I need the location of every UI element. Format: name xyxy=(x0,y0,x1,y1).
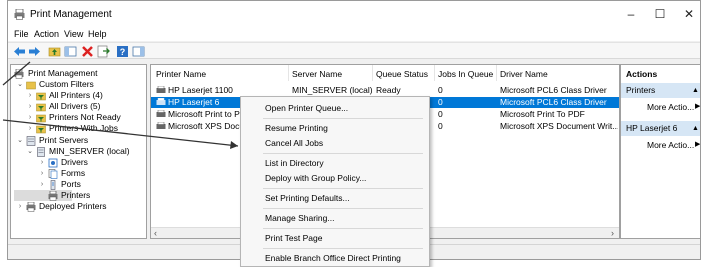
column-header-jobs-in-queue[interactable]: Jobs In Queue xyxy=(438,69,493,79)
menu-print-test-page[interactable]: Print Test Page xyxy=(241,231,429,245)
properties-icon[interactable] xyxy=(132,45,145,58)
callout-line xyxy=(2,61,31,86)
menu-manage-sharing[interactable]: Manage Sharing... xyxy=(241,211,429,225)
maximize-button[interactable]: ☐ xyxy=(650,6,670,22)
driver-name: Microsoft PCL6 Class Driver xyxy=(500,85,607,95)
submenu-arrow-icon: ▶ xyxy=(695,103,701,110)
scroll-right-arrow-icon[interactable]: › xyxy=(611,228,614,238)
jobs-in-queue: 0 xyxy=(438,97,443,107)
column-divider[interactable] xyxy=(372,65,373,81)
back-arrow-icon[interactable] xyxy=(13,45,26,58)
actions-pane: Actions Printers ▲ More Actio... ▶ HP La… xyxy=(620,64,701,239)
menu-separator xyxy=(263,248,423,249)
menu-deploy-group-policy[interactable]: Deploy with Group Policy... xyxy=(241,171,429,185)
menu-separator xyxy=(263,228,423,229)
menu-file[interactable]: File xyxy=(14,29,29,39)
menu-help[interactable]: Help xyxy=(88,29,107,39)
jobs-in-queue: 0 xyxy=(438,109,443,119)
context-menu: Open Printer Queue... Resume Printing Ca… xyxy=(240,96,430,267)
svg-text:?: ? xyxy=(120,47,126,57)
toolbar: ? xyxy=(8,42,700,59)
forms-icon xyxy=(48,169,58,179)
callout-arrowhead xyxy=(230,141,238,149)
menu-separator xyxy=(263,153,423,154)
delete-icon[interactable] xyxy=(81,45,94,58)
column-divider[interactable] xyxy=(288,65,289,81)
column-divider[interactable] xyxy=(434,65,435,81)
ports-icon xyxy=(50,180,56,190)
driver-name: Microsoft PCL6 Class Driver xyxy=(500,97,607,107)
show-hide-tree-icon[interactable] xyxy=(64,45,77,58)
help-icon[interactable]: ? xyxy=(116,45,129,58)
annotation-arrows xyxy=(2,61,239,149)
minimize-button[interactable]: – xyxy=(621,6,641,22)
menu-separator xyxy=(263,188,423,189)
menu-view[interactable]: View xyxy=(64,29,83,39)
actions-title: Actions xyxy=(626,69,658,79)
queue-status: Ready xyxy=(376,85,401,95)
close-button[interactable]: ✕ xyxy=(679,6,699,22)
menu-open-printer-queue[interactable]: Open Printer Queue... xyxy=(241,101,429,115)
window-title: Print Management xyxy=(30,9,112,20)
driver-name: Microsoft XPS Document Writ... xyxy=(500,121,618,131)
more-actions-hp-laserjet-6[interactable]: More Actio... ▶ xyxy=(621,138,701,152)
column-header-driver-name[interactable]: Driver Name xyxy=(500,69,548,79)
callout-line xyxy=(2,119,239,147)
up-folder-icon[interactable] xyxy=(48,45,61,58)
driver-name: Microsoft Print To PDF xyxy=(500,109,585,119)
menu-action[interactable]: Action xyxy=(34,29,59,39)
jobs-in-queue: 0 xyxy=(438,85,443,95)
actions-section-printers[interactable]: Printers ▲ xyxy=(621,83,700,98)
menu-enable-branch-office-direct-printing[interactable]: Enable Branch Office Direct Printing xyxy=(241,251,429,265)
export-list-icon[interactable] xyxy=(97,45,110,58)
jobs-in-queue: 0 xyxy=(438,121,443,131)
collapse-arrow-icon[interactable]: ▲ xyxy=(692,121,699,136)
chevron-right-icon[interactable]: › xyxy=(16,201,24,212)
tree-item-printers[interactable]: Printers xyxy=(14,190,90,201)
forward-arrow-icon[interactable] xyxy=(28,45,41,58)
more-actions-printers[interactable]: More Actio... ▶ xyxy=(621,100,701,114)
column-header-queue-status[interactable]: Queue Status xyxy=(376,69,428,79)
printer-icon xyxy=(26,202,36,212)
chevron-right-icon[interactable]: › xyxy=(38,168,46,179)
chevron-right-icon[interactable]: › xyxy=(38,179,46,190)
column-divider[interactable] xyxy=(496,65,497,81)
menu-set-printing-defaults[interactable]: Set Printing Defaults... xyxy=(241,191,429,205)
column-header-server-name[interactable]: Server Name xyxy=(292,69,342,79)
collapse-arrow-icon[interactable]: ▲ xyxy=(692,83,699,98)
server-name: MIN_SERVER (local) xyxy=(292,85,372,95)
printer-icon xyxy=(48,191,58,201)
scroll-left-arrow-icon[interactable]: ‹ xyxy=(154,228,157,238)
menu-list-in-directory[interactable]: List in Directory xyxy=(241,156,429,170)
menu-separator xyxy=(263,208,423,209)
printer-icon xyxy=(14,9,25,20)
actions-section-hp-laserjet-6[interactable]: HP Laserjet 6 ▲ xyxy=(621,121,700,136)
menu-separator xyxy=(263,118,423,119)
menu-resume-printing[interactable]: Resume Printing xyxy=(241,121,429,135)
title-bar: Print Management – ☐ ✕ xyxy=(8,1,700,27)
submenu-arrow-icon: ▶ xyxy=(695,141,701,148)
menu-cancel-all-jobs[interactable]: Cancel All Jobs xyxy=(241,136,429,150)
menu-bar: File Action View Help xyxy=(8,27,700,41)
